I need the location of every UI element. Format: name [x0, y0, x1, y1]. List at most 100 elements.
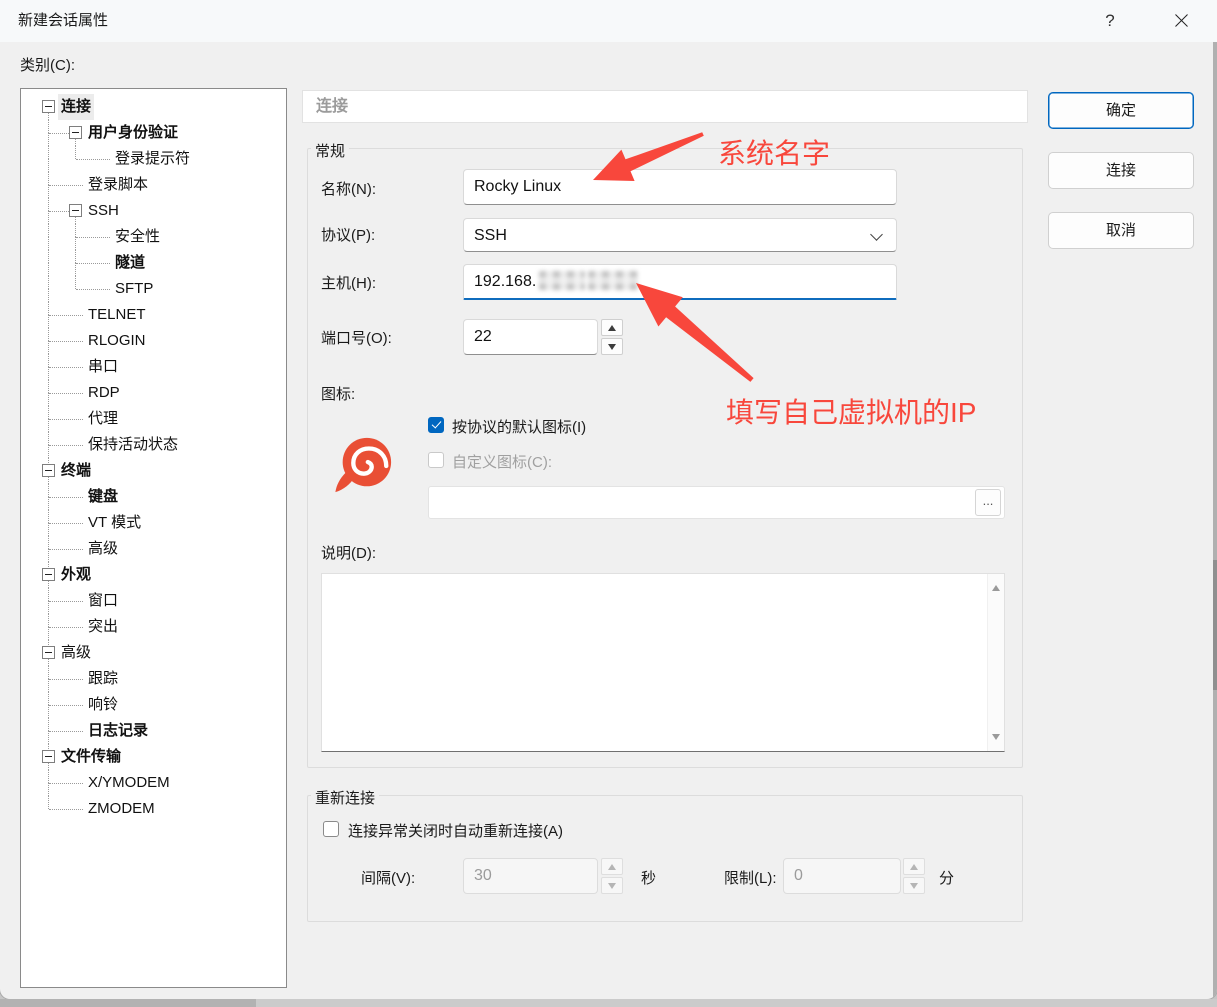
tree-item-label[interactable]: 高级: [85, 536, 121, 562]
ok-button[interactable]: 确定: [1048, 92, 1194, 129]
browse-button[interactable]: ...: [975, 489, 1001, 516]
tree-item-SSH[interactable]: SSH: [21, 198, 286, 224]
tree-item-登录提示符[interactable]: 登录提示符: [21, 146, 286, 172]
page-scrollbar[interactable]: [1213, 42, 1217, 999]
tree-item-隧道[interactable]: 隧道: [21, 250, 286, 276]
tree-item-串口[interactable]: 串口: [21, 354, 286, 380]
tree-item-RLOGIN[interactable]: RLOGIN: [21, 328, 286, 354]
tree-item-label[interactable]: 日志记录: [85, 718, 151, 744]
tree-line: [48, 302, 49, 315]
tree-item-连接[interactable]: 连接: [21, 94, 286, 120]
tree-item-VT 模式[interactable]: VT 模式: [21, 510, 286, 536]
tree-item-SFTP[interactable]: SFTP: [21, 276, 286, 302]
tree-collapse-icon[interactable]: [42, 568, 55, 581]
tree-item-高级[interactable]: 高级: [21, 640, 286, 666]
description-textarea[interactable]: [322, 574, 986, 751]
tree-item-终端[interactable]: 终端: [21, 458, 286, 484]
tree-line: [75, 276, 76, 289]
protocol-label: 协议(P):: [321, 224, 375, 245]
port-input[interactable]: [463, 319, 598, 355]
tree-item-登录脚本[interactable]: 登录脚本: [21, 172, 286, 198]
connect-button[interactable]: 连接: [1048, 152, 1194, 189]
tree-collapse-icon[interactable]: [69, 126, 82, 139]
tree-collapse-icon[interactable]: [42, 750, 55, 763]
tree-item-label[interactable]: 外观: [58, 562, 94, 588]
name-input[interactable]: [463, 169, 897, 205]
tree-item-label[interactable]: RLOGIN: [85, 328, 149, 354]
general-group: 常规 名称(N): 协议(P): SSH 主机(H): 192.168. 端口号…: [307, 148, 1023, 768]
general-group-label: 常规: [311, 140, 349, 161]
tree-item-突出[interactable]: 突出: [21, 614, 286, 640]
tree-item-label[interactable]: SSH: [85, 198, 122, 224]
interval-label: 间隔(V):: [361, 867, 415, 888]
tree-line: [48, 315, 49, 328]
default-icon-checkbox-label[interactable]: 按协议的默认图标(I): [452, 416, 586, 437]
protocol-select[interactable]: SSH: [463, 218, 897, 252]
spin-down-button[interactable]: [601, 338, 623, 355]
tree-item-日志记录[interactable]: 日志记录: [21, 718, 286, 744]
tree-item-保持活动状态[interactable]: 保持活动状态: [21, 432, 286, 458]
tree-item-label[interactable]: 键盘: [85, 484, 121, 510]
triangle-up-icon: [608, 864, 616, 870]
tree-item-键盘[interactable]: 键盘: [21, 484, 286, 510]
tree-item-label[interactable]: VT 模式: [85, 510, 144, 536]
auto-reconnect-checkbox-label[interactable]: 连接异常关闭时自动重新连接(A): [348, 820, 563, 841]
tree-item-外观[interactable]: 外观: [21, 562, 286, 588]
tree-line: [48, 588, 49, 601]
tree-item-文件传输[interactable]: 文件传输: [21, 744, 286, 770]
tree-item-label[interactable]: TELNET: [85, 302, 149, 328]
tree-item-TELNET[interactable]: TELNET: [21, 302, 286, 328]
tree-item-label[interactable]: ZMODEM: [85, 796, 158, 822]
annotation-system-name: 系统名字: [718, 132, 830, 172]
auto-reconnect-checkbox[interactable]: [323, 821, 339, 837]
tree-item-ZMODEM[interactable]: ZMODEM: [21, 796, 286, 822]
page-scrollbar-thumb[interactable]: [1213, 560, 1217, 690]
tree-item-label[interactable]: 跟踪: [85, 666, 121, 692]
tree-item-高级[interactable]: 高级: [21, 536, 286, 562]
tree-collapse-icon[interactable]: [42, 464, 55, 477]
interval-unit: 秒: [641, 867, 656, 888]
default-icon-checkbox[interactable]: [428, 417, 444, 433]
tree-item-label[interactable]: 窗口: [85, 588, 121, 614]
spin-up-button[interactable]: [601, 319, 623, 336]
tree-line: [49, 627, 83, 628]
tree-item-label[interactable]: 登录提示符: [112, 146, 193, 172]
tree-item-安全性[interactable]: 安全性: [21, 224, 286, 250]
description-scrollbar[interactable]: [987, 574, 1004, 751]
tree-item-label[interactable]: 代理: [85, 406, 121, 432]
tree-item-跟踪[interactable]: 跟踪: [21, 666, 286, 692]
tree-item-RDP[interactable]: RDP: [21, 380, 286, 406]
tree-item-label[interactable]: SFTP: [112, 276, 156, 302]
window-title: 新建会话属性: [18, 0, 108, 42]
cancel-button[interactable]: 取消: [1048, 212, 1194, 249]
tree-item-label[interactable]: 突出: [85, 614, 121, 640]
tree-item-label[interactable]: 安全性: [112, 224, 163, 250]
tree-item-label[interactable]: 保持活动状态: [85, 432, 181, 458]
tree-item-label[interactable]: 隧道: [112, 250, 148, 276]
tree-item-label[interactable]: 文件传输: [58, 744, 124, 770]
close-button[interactable]: [1164, 0, 1198, 42]
scroll-down-icon: [992, 734, 1000, 740]
tree-item-label[interactable]: 终端: [58, 458, 94, 484]
tree-item-用户身份验证[interactable]: 用户身份验证: [21, 120, 286, 146]
tree-item-label[interactable]: RDP: [85, 380, 123, 406]
host-input[interactable]: 192.168.: [463, 264, 897, 300]
tree-item-label[interactable]: 高级: [58, 640, 94, 666]
tree-item-label[interactable]: X/YMODEM: [85, 770, 173, 796]
help-button[interactable]: ?: [1094, 0, 1126, 42]
tree-item-窗口[interactable]: 窗口: [21, 588, 286, 614]
tree-item-代理[interactable]: 代理: [21, 406, 286, 432]
tree-item-X/YMODEM[interactable]: X/YMODEM: [21, 770, 286, 796]
tree-item-label[interactable]: 响铃: [85, 692, 121, 718]
tree-item-label[interactable]: 串口: [85, 354, 121, 380]
tree-item-label[interactable]: 用户身份验证: [85, 120, 181, 146]
tree-collapse-icon[interactable]: [69, 204, 82, 217]
tree-line: [48, 523, 49, 536]
tree-line: [49, 731, 83, 732]
tree-collapse-icon[interactable]: [42, 646, 55, 659]
tree-item-label[interactable]: 连接: [58, 94, 94, 120]
tree-item-label[interactable]: 登录脚本: [85, 172, 151, 198]
interval-spinner: [601, 858, 623, 894]
tree-item-响铃[interactable]: 响铃: [21, 692, 286, 718]
tree-collapse-icon[interactable]: [42, 100, 55, 113]
